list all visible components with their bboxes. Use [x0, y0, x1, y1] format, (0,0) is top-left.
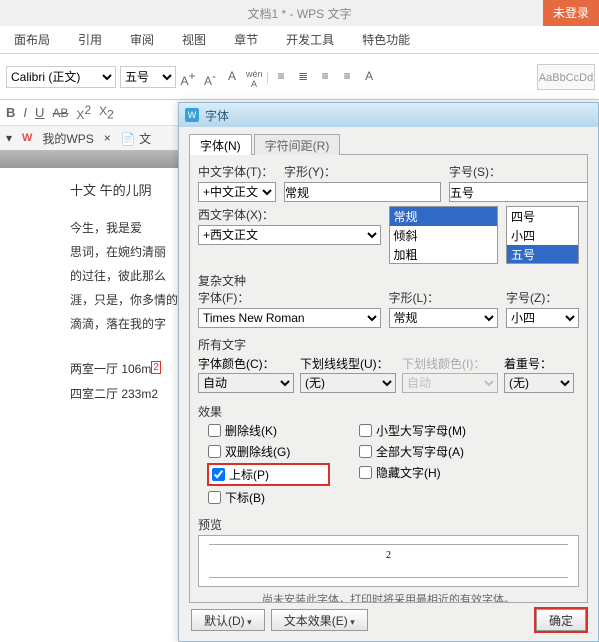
font-grow-shrink: A+ A- A wénA	[180, 69, 262, 85]
all-text-label: 所有文字	[198, 336, 579, 353]
size-input[interactable]	[449, 182, 588, 202]
western-font-select[interactable]: +西文正文	[198, 225, 381, 245]
font-family-select[interactable]: Calibri (正文)	[6, 66, 116, 88]
emphasis-select[interactable]: (无)	[504, 373, 574, 393]
complex-size-label: 字号(Z)：	[506, 289, 579, 306]
menu-layout[interactable]: 面布局	[0, 26, 64, 54]
hidden-checkbox[interactable]: 隐藏文字(H)	[359, 464, 466, 481]
ok-button[interactable]: 确定	[536, 609, 586, 631]
subscript-icon[interactable]: X2	[99, 104, 114, 121]
bullets-icon[interactable]: ≡	[273, 69, 289, 85]
chinese-font-label: 中文字体(T)：	[198, 163, 276, 180]
ribbon: Calibri (正文) 五号 A+ A- A wénA | ≡ ≣ ≡ ≡ A…	[0, 54, 599, 100]
complex-font-label: 字体(F)：	[198, 289, 381, 306]
font-color-select[interactable]: 自动	[198, 373, 294, 393]
emphasis-label: 着重号：	[504, 355, 574, 372]
preview-area: 2	[198, 535, 579, 587]
font-dialog: W 字体 字体(N) 字符间距(R) 中文字体(T)： +中文正文 字形(Y)：…	[178, 102, 599, 642]
superscript-checkbox[interactable]: 上标(P)	[208, 464, 329, 485]
list-item: 四号	[507, 207, 578, 226]
smallcaps-checkbox[interactable]: 小型大写字母(M)	[359, 422, 466, 439]
my-wps-tab[interactable]: 我的WPS	[42, 130, 93, 147]
size-label: 字号(S)：	[449, 163, 588, 180]
style-listbox[interactable]: 常规 倾斜 加粗	[389, 206, 499, 264]
tab-close-icon[interactable]: ×	[104, 131, 111, 145]
preview-label: 预览	[198, 516, 579, 533]
menu-view[interactable]: 视图	[168, 26, 220, 54]
double-strike-checkbox[interactable]: 双删除线(G)	[208, 443, 329, 460]
superscript-icon[interactable]: X2	[76, 103, 91, 122]
style-label: 字形(Y)：	[284, 163, 441, 180]
western-font-label: 西文字体(X)：	[198, 206, 381, 223]
italic-icon[interactable]: I	[23, 105, 27, 120]
menu-chapters[interactable]: 章节	[220, 26, 272, 54]
allcaps-checkbox[interactable]: 全部大写字母(A)	[359, 443, 466, 460]
bold-icon[interactable]: B	[6, 105, 15, 120]
increase-font-icon[interactable]: A+	[180, 69, 196, 85]
complex-font-select[interactable]: Times New Roman	[198, 308, 381, 328]
underline-color-select[interactable]: 自动	[402, 373, 498, 393]
dialog-title-bar[interactable]: W 字体	[179, 103, 598, 127]
dialog-icon: W	[185, 108, 199, 122]
wps-logo-icon: W	[22, 132, 32, 144]
dialog-title: 字体	[205, 107, 229, 124]
clear-format-icon[interactable]: A	[224, 69, 240, 85]
menu-devtools[interactable]: 开发工具	[272, 26, 348, 54]
phonetic-icon[interactable]: wénA	[246, 69, 262, 85]
paragraph-icons: ≡ ≣ ≡ ≡ A	[273, 69, 377, 85]
strikethrough-checkbox[interactable]: 删除线(K)	[208, 422, 329, 439]
underline-color-label: 下划线颜色(I)：	[402, 355, 498, 372]
highlighted-superscript: 2	[151, 361, 161, 374]
complex-size-select[interactable]: 小四	[506, 308, 579, 328]
indent-icon[interactable]: ≡	[317, 69, 333, 85]
complex-style-label: 字形(L)：	[389, 289, 499, 306]
underline-style-select[interactable]: (无)	[300, 373, 396, 393]
effects-label: 效果	[198, 403, 579, 420]
tab-char-spacing[interactable]: 字符间距(R)	[254, 134, 341, 155]
style-input[interactable]	[284, 182, 441, 202]
list-item: 小四	[507, 226, 578, 245]
numbering-icon[interactable]: ≣	[295, 69, 311, 85]
decrease-font-icon[interactable]: A-	[202, 69, 218, 85]
preview-text: 2	[386, 550, 391, 561]
menu-special[interactable]: 特色功能	[348, 26, 424, 54]
font-size-select[interactable]: 五号	[120, 66, 176, 88]
complex-style-select[interactable]: 常规	[389, 308, 499, 328]
menu-review[interactable]: 审阅	[116, 26, 168, 54]
app-title-bar: 文档1 * - WPS 文字 未登录	[0, 0, 599, 26]
underline-icon[interactable]: U	[35, 105, 44, 120]
list-item: 倾斜	[390, 226, 498, 245]
list-item: 五号	[507, 245, 578, 264]
list-item: 加粗	[390, 245, 498, 264]
default-button[interactable]: 默认(D)	[191, 609, 265, 631]
list-item: 常规	[390, 207, 498, 226]
outdent-icon[interactable]: ≡	[339, 69, 355, 85]
font-case-icon[interactable]: A	[361, 69, 377, 85]
menu-bar: 面布局 引用 审阅 视图 章节 开发工具 特色功能	[0, 26, 599, 54]
menu-references[interactable]: 引用	[64, 26, 116, 54]
text-effects-button[interactable]: 文本效果(E)	[271, 609, 368, 631]
complex-script-label: 复杂文种	[198, 272, 579, 289]
close-tab-icon[interactable]: ▾	[6, 131, 12, 145]
strike-icon[interactable]: AB	[52, 106, 68, 120]
login-status[interactable]: 未登录	[543, 0, 599, 26]
chinese-font-select[interactable]: +中文正文	[198, 182, 276, 202]
doc-tab[interactable]: 📄 文	[121, 130, 151, 147]
size-listbox[interactable]: 四号 小四 五号	[506, 206, 579, 264]
underline-style-label: 下划线线型(U)：	[300, 355, 396, 372]
preview-note: 尚未安装此字体，打印时将采用最相近的有效字体。	[198, 591, 579, 603]
font-color-label: 字体颜色(C)：	[198, 355, 294, 372]
dialog-tabs: 字体(N) 字符间距(R)	[189, 133, 588, 155]
subscript-checkbox[interactable]: 下标(B)	[208, 489, 329, 506]
tab-font[interactable]: 字体(N)	[189, 134, 252, 155]
document-title: 文档1 * - WPS 文字	[247, 5, 351, 22]
style-preview[interactable]: AaBbCcDd	[537, 64, 595, 90]
dialog-button-row: 默认(D) 文本效果(E) 确定	[189, 603, 588, 637]
